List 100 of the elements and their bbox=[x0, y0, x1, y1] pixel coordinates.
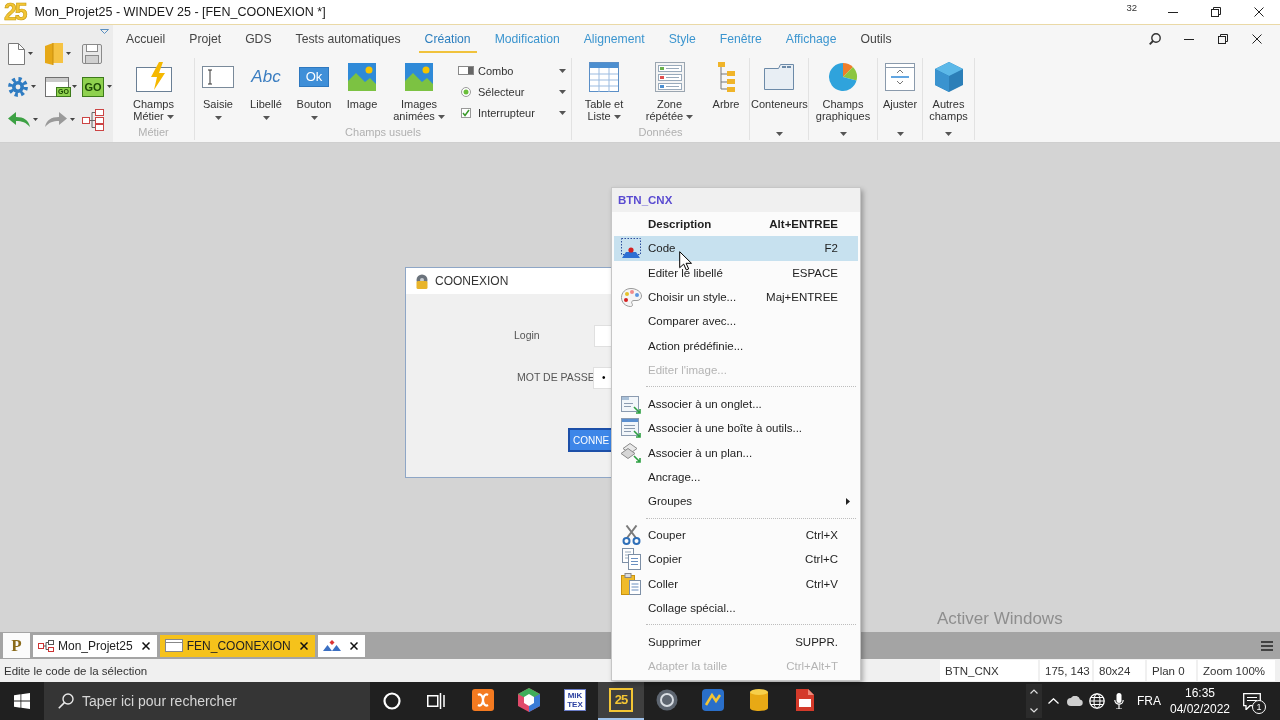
ribbon-button[interactable]: Saisie bbox=[198, 58, 238, 125]
close-icon[interactable] bbox=[299, 641, 308, 650]
ribbon-button[interactable]: Image bbox=[342, 58, 382, 125]
menu-item[interactable]: Ancrage... bbox=[614, 464, 858, 489]
dotted-frame-icon bbox=[621, 238, 641, 259]
menu-item[interactable]: Coller Ctrl+V bbox=[614, 571, 858, 596]
ribbon-button[interactable]: Images animées bbox=[390, 58, 448, 125]
cloud-icon[interactable] bbox=[1067, 696, 1083, 706]
copy-icon bbox=[621, 548, 641, 571]
field-label: MOT DE PASSE bbox=[517, 371, 595, 384]
taskbar-button[interactable]: 25 bbox=[598, 682, 644, 720]
close-icon[interactable] bbox=[1253, 7, 1264, 17]
globe-icon[interactable] bbox=[1089, 693, 1105, 709]
ribbon-tab[interactable]: Projet bbox=[183, 25, 228, 53]
cube-icon bbox=[934, 62, 963, 92]
stacked-panels-icon[interactable] bbox=[427, 693, 445, 709]
menu-item[interactable]: Action prédéfinie... bbox=[614, 333, 858, 358]
minimize-icon[interactable] bbox=[1184, 38, 1194, 40]
ribbon-button[interactable]: Ok Bouton bbox=[294, 58, 334, 125]
knot-tile-icon bbox=[472, 689, 494, 711]
document-tab[interactable]: Mon_Projet25 bbox=[33, 634, 157, 657]
menu-item[interactable]: Associer à un onglet... bbox=[614, 391, 858, 417]
microphone-icon[interactable] bbox=[1114, 693, 1124, 709]
menu-item[interactable]: Copier Ctrl+C bbox=[614, 547, 858, 572]
status-panel: Zoom 100% bbox=[1198, 660, 1275, 681]
document-tab[interactable] bbox=[317, 634, 365, 657]
combo-box-icon bbox=[458, 66, 474, 75]
chevron-up-icon[interactable] bbox=[1030, 689, 1038, 694]
menu-item[interactable]: Editer le libellé ESPACE bbox=[614, 260, 858, 285]
pie-chart-icon bbox=[828, 62, 858, 92]
close-icon[interactable] bbox=[349, 641, 358, 650]
app-logo: 25 bbox=[4, 0, 26, 24]
go-button[interactable]: GO bbox=[82, 76, 104, 97]
search-icon[interactable] bbox=[1149, 33, 1161, 45]
ribbon-button[interactable]: Table et Liste bbox=[575, 58, 633, 125]
menu-item[interactable]: Description Alt+ENTREE bbox=[614, 212, 858, 237]
group-label: Métier bbox=[137, 125, 170, 140]
ribbon-button[interactable]: Interrupteur bbox=[456, 103, 568, 122]
caret-down-icon[interactable] bbox=[107, 85, 112, 88]
gear-icon[interactable] bbox=[8, 76, 28, 97]
caret-down-icon[interactable] bbox=[33, 118, 38, 121]
diagram-icon[interactable] bbox=[82, 108, 104, 131]
ribbon-button[interactable]: Zone répétée bbox=[640, 58, 699, 125]
ribbon-button[interactable]: Arbre bbox=[706, 58, 746, 125]
caret-down-icon[interactable] bbox=[31, 85, 36, 88]
document-icon[interactable] bbox=[8, 42, 25, 65]
chevron-down-icon[interactable] bbox=[1030, 708, 1038, 713]
field-label: Login bbox=[514, 329, 540, 342]
checkbox-icon bbox=[461, 107, 471, 118]
restore-icon[interactable] bbox=[1210, 7, 1221, 17]
minimize-icon[interactable] bbox=[1167, 11, 1178, 13]
table-icon bbox=[589, 62, 619, 92]
notification-button[interactable]: 1 bbox=[1234, 686, 1270, 716]
search-field[interactable]: Taper ici pour rechercher bbox=[44, 682, 370, 720]
ribbon-button[interactable]: Champs graphiques bbox=[814, 58, 872, 140]
ribbon-tab[interactable]: GDS bbox=[239, 25, 278, 53]
ribbon-button[interactable]: Abc Libellé bbox=[246, 58, 286, 125]
clock[interactable]: 16:35 04/02/2022 bbox=[1168, 685, 1232, 717]
palette-icon bbox=[620, 287, 642, 307]
status-message: Edite le code de la sélection bbox=[3, 664, 148, 677]
group-label: Champs usuels bbox=[344, 125, 422, 140]
menu-item[interactable]: Collage spécial... bbox=[614, 595, 858, 621]
menu-icon[interactable] bbox=[1261, 640, 1273, 651]
cylinder-icon bbox=[750, 689, 768, 711]
taskbar-button[interactable]: MiK TEX bbox=[552, 682, 598, 720]
window-title: Mon_Projet25 - WINDEV 25 - [FEN_COONEXION *] bbox=[34, 5, 326, 19]
language-button[interactable]: FRA bbox=[1134, 694, 1164, 708]
caret-down-icon[interactable] bbox=[28, 52, 33, 55]
caret-down-icon[interactable] bbox=[70, 118, 75, 121]
project-button[interactable]: P bbox=[3, 633, 30, 658]
menu-item[interactable]: Couper Ctrl+X bbox=[614, 522, 858, 548]
document-tab[interactable]: FEN_COONEXION bbox=[159, 634, 315, 657]
scissors-icon bbox=[621, 525, 641, 546]
ribbon-tab[interactable]: Accueil bbox=[120, 25, 172, 53]
ribbon-button[interactable]: Combo bbox=[456, 61, 568, 80]
ribbon-tab[interactable]: Création bbox=[418, 25, 477, 53]
ring-icon[interactable] bbox=[383, 692, 401, 710]
ribbon-button[interactable]: Sélecteur bbox=[456, 82, 568, 101]
padlock-icon bbox=[414, 273, 430, 289]
menu-item[interactable]: Code F2 bbox=[614, 236, 858, 261]
menu-item[interactable]: Comparer avec... bbox=[614, 309, 858, 334]
restore-icon[interactable] bbox=[1218, 34, 1228, 44]
menu-item[interactable]: Supprimer SUPPR. bbox=[614, 629, 858, 655]
window-title: COONEXION bbox=[435, 274, 509, 288]
close-icon[interactable] bbox=[141, 641, 150, 650]
document-icon bbox=[796, 689, 814, 711]
menu-item[interactable]: Groupes bbox=[614, 488, 858, 514]
ribbon-button[interactable]: Ajuster bbox=[880, 58, 920, 140]
ribbon-button[interactable]: Conteneurs bbox=[750, 58, 808, 140]
menu-title: BTN_CNX bbox=[612, 188, 860, 212]
caret-down-icon[interactable] bbox=[66, 52, 71, 55]
four-panes-icon[interactable] bbox=[14, 693, 30, 709]
ribbon-tab[interactable]: Outils bbox=[854, 25, 898, 53]
tree-icon bbox=[717, 62, 735, 92]
caret-down-icon[interactable] bbox=[72, 85, 77, 88]
close-icon[interactable] bbox=[1252, 34, 1262, 44]
ribbon-button[interactable]: Autres champs bbox=[923, 58, 974, 140]
menu-item[interactable]: Choisir un style... Maj+ENTREE bbox=[614, 284, 858, 310]
ribbon-tab[interactable]: Tests automatiques bbox=[289, 25, 407, 53]
ribbon-button[interactable]: Champs Métier bbox=[124, 58, 183, 125]
